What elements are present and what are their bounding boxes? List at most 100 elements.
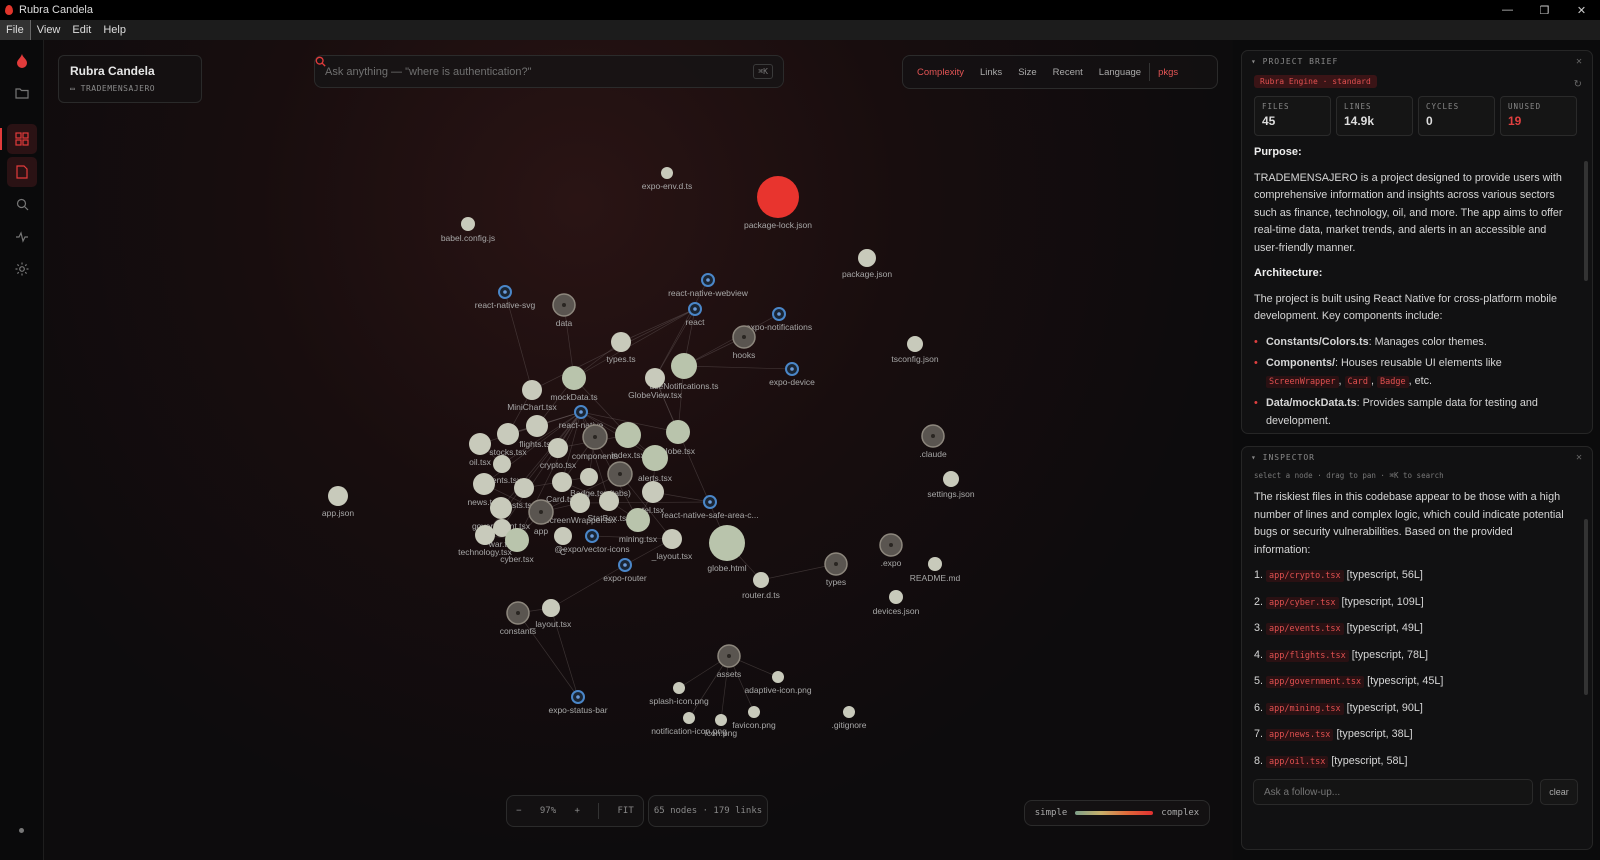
risk-item[interactable]: 5. app/government.tsx [typescript, 45L] <box>1254 673 1570 692</box>
project-card[interactable]: Rubra Candela ▭ TRADEMENSAJERO <box>58 55 202 103</box>
graph-node[interactable]: assets <box>717 644 742 679</box>
graph-node[interactable]: adaptive-icon.png <box>744 671 812 695</box>
node-circle[interactable] <box>473 473 495 495</box>
node-circle[interactable] <box>683 712 695 724</box>
search-input[interactable]: Ask anything — "where is authentication?… <box>325 66 532 78</box>
risk-item[interactable]: 2. app/cyber.tsx [typescript, 109L] <box>1254 594 1570 613</box>
graph-node[interactable]: package-lock.json <box>744 176 812 230</box>
dependency-graph[interactable]: expo-env.d.ts package-lock.json babel.conf… <box>44 40 1232 860</box>
graph-node[interactable]: babel.config.js <box>441 217 495 243</box>
graph-node[interactable]: expo-device <box>769 362 815 387</box>
node-circle[interactable] <box>461 217 475 231</box>
menu-help[interactable]: Help <box>97 20 132 40</box>
graph-node[interactable]: data <box>552 293 576 328</box>
graph-node[interactable]: globe.tsx <box>661 420 696 456</box>
graph-node[interactable]: expo-env.d.ts <box>642 167 692 191</box>
zoom-in-button[interactable]: + <box>574 806 579 816</box>
node-circle[interactable] <box>671 353 697 379</box>
followup-input[interactable] <box>1253 779 1533 805</box>
tab-language[interactable]: Language <box>1091 67 1149 78</box>
node-circle[interactable] <box>757 176 799 218</box>
graph-node[interactable]: devices.json <box>873 590 920 616</box>
node-circle[interactable] <box>748 706 760 718</box>
risk-item[interactable]: 1. app/crypto.tsx [typescript, 56L] <box>1254 567 1570 586</box>
risk-item[interactable]: 4. app/flights.tsx [typescript, 78L] <box>1254 647 1570 666</box>
close-icon[interactable]: ✕ <box>1576 452 1583 463</box>
graph-node[interactable]: index.tsx <box>611 422 646 460</box>
node-circle[interactable] <box>645 368 665 388</box>
graph-node[interactable]: react-native-safe-area-c... <box>661 495 759 520</box>
node-circle[interactable] <box>328 486 348 506</box>
restore-button[interactable]: ❐ <box>1526 0 1563 20</box>
graph-node[interactable]: router.d.ts <box>742 572 780 600</box>
inspector-scrollbar[interactable] <box>1584 519 1588 695</box>
tab-links[interactable]: Links <box>972 67 1010 78</box>
clear-button[interactable]: clear <box>1540 779 1578 805</box>
node-circle[interactable] <box>889 590 903 604</box>
tab-size[interactable]: Size <box>1010 67 1044 78</box>
node-circle[interactable] <box>666 420 690 444</box>
node-circle[interactable] <box>542 599 560 617</box>
node-circle[interactable] <box>843 706 855 718</box>
graph-canvas[interactable]: expo-env.d.ts package-lock.json babel.conf… <box>44 40 1232 860</box>
collapse-chevron-icon[interactable]: ▾ <box>1251 453 1263 462</box>
minimize-button[interactable]: — <box>1489 0 1526 20</box>
graph-node[interactable]: .claude <box>919 424 947 459</box>
node-circle[interactable] <box>626 508 650 532</box>
tab-recent[interactable]: Recent <box>1045 67 1091 78</box>
node-circle[interactable] <box>858 249 876 267</box>
graph-node[interactable]: package.json <box>842 249 892 279</box>
node-circle[interactable] <box>943 471 959 487</box>
tab-pkgs[interactable]: pkgs <box>1150 67 1186 78</box>
risk-item[interactable]: 7. app/news.tsx [typescript, 38L] <box>1254 726 1570 745</box>
inspector-header[interactable]: ▾ INSPECTOR ✕ <box>1242 447 1592 467</box>
node-circle[interactable] <box>611 332 631 352</box>
graph-node[interactable]: app <box>528 499 554 536</box>
node-circle[interactable] <box>642 445 668 471</box>
menu-file[interactable]: File <box>0 20 31 40</box>
node-circle[interactable] <box>552 472 572 492</box>
node-circle[interactable] <box>562 366 586 390</box>
close-window-button[interactable]: ✕ <box>1563 0 1600 20</box>
graph-node[interactable]: react-native-svg <box>475 285 536 310</box>
node-circle[interactable] <box>475 525 495 545</box>
menu-edit[interactable]: Edit <box>66 20 97 40</box>
graph-node[interactable]: types.ts <box>606 332 636 364</box>
refresh-icon[interactable]: ↻ <box>1574 79 1582 90</box>
graph-node[interactable]: types <box>824 552 848 587</box>
graph-node[interactable]: README.md <box>910 557 961 583</box>
node-circle[interactable] <box>615 422 641 448</box>
graph-node[interactable]: mockData.ts <box>550 366 598 402</box>
graph-node[interactable]: globe.html <box>707 525 747 573</box>
node-circle[interactable] <box>490 497 512 519</box>
node-circle[interactable] <box>526 415 548 437</box>
graph-view-icon[interactable] <box>7 124 37 154</box>
graph-node[interactable]: oil.tsx <box>469 433 492 467</box>
node-circle[interactable] <box>554 527 572 545</box>
node-circle[interactable] <box>522 380 542 400</box>
node-circle[interactable] <box>662 529 682 549</box>
graph-node[interactable]: favicon.png <box>732 706 776 730</box>
node-circle[interactable] <box>772 671 784 683</box>
settings-gear-icon[interactable] <box>7 254 37 284</box>
ask-search-bar[interactable]: Ask anything — "where is authentication?… <box>314 55 784 88</box>
node-circle[interactable] <box>642 481 664 503</box>
graph-node[interactable]: .expo <box>879 533 903 568</box>
graph-node[interactable]: expo-router <box>603 558 647 583</box>
graph-node[interactable]: expo-notifications <box>746 307 812 332</box>
graph-node[interactable]: app.json <box>322 486 354 518</box>
node-circle[interactable] <box>715 714 727 726</box>
tab-complexity[interactable]: Complexity <box>909 67 972 78</box>
menu-view[interactable]: View <box>31 20 67 40</box>
graph-node[interactable]: settings.json <box>927 471 975 499</box>
brief-scrollbar[interactable] <box>1584 161 1588 281</box>
project-brief-header[interactable]: ▾ PROJECT BRIEF ✕ <box>1242 51 1592 71</box>
node-circle[interactable] <box>469 433 491 455</box>
risk-item[interactable]: 6. app/mining.tsx [typescript, 90L] <box>1254 700 1570 719</box>
graph-node[interactable]: react-native-webview <box>668 273 749 298</box>
node-circle[interactable] <box>661 167 673 179</box>
graph-node[interactable]: .gitignore <box>832 706 867 730</box>
node-circle[interactable] <box>673 682 685 694</box>
node-circle[interactable] <box>493 455 511 473</box>
node-circle[interactable] <box>580 468 598 486</box>
